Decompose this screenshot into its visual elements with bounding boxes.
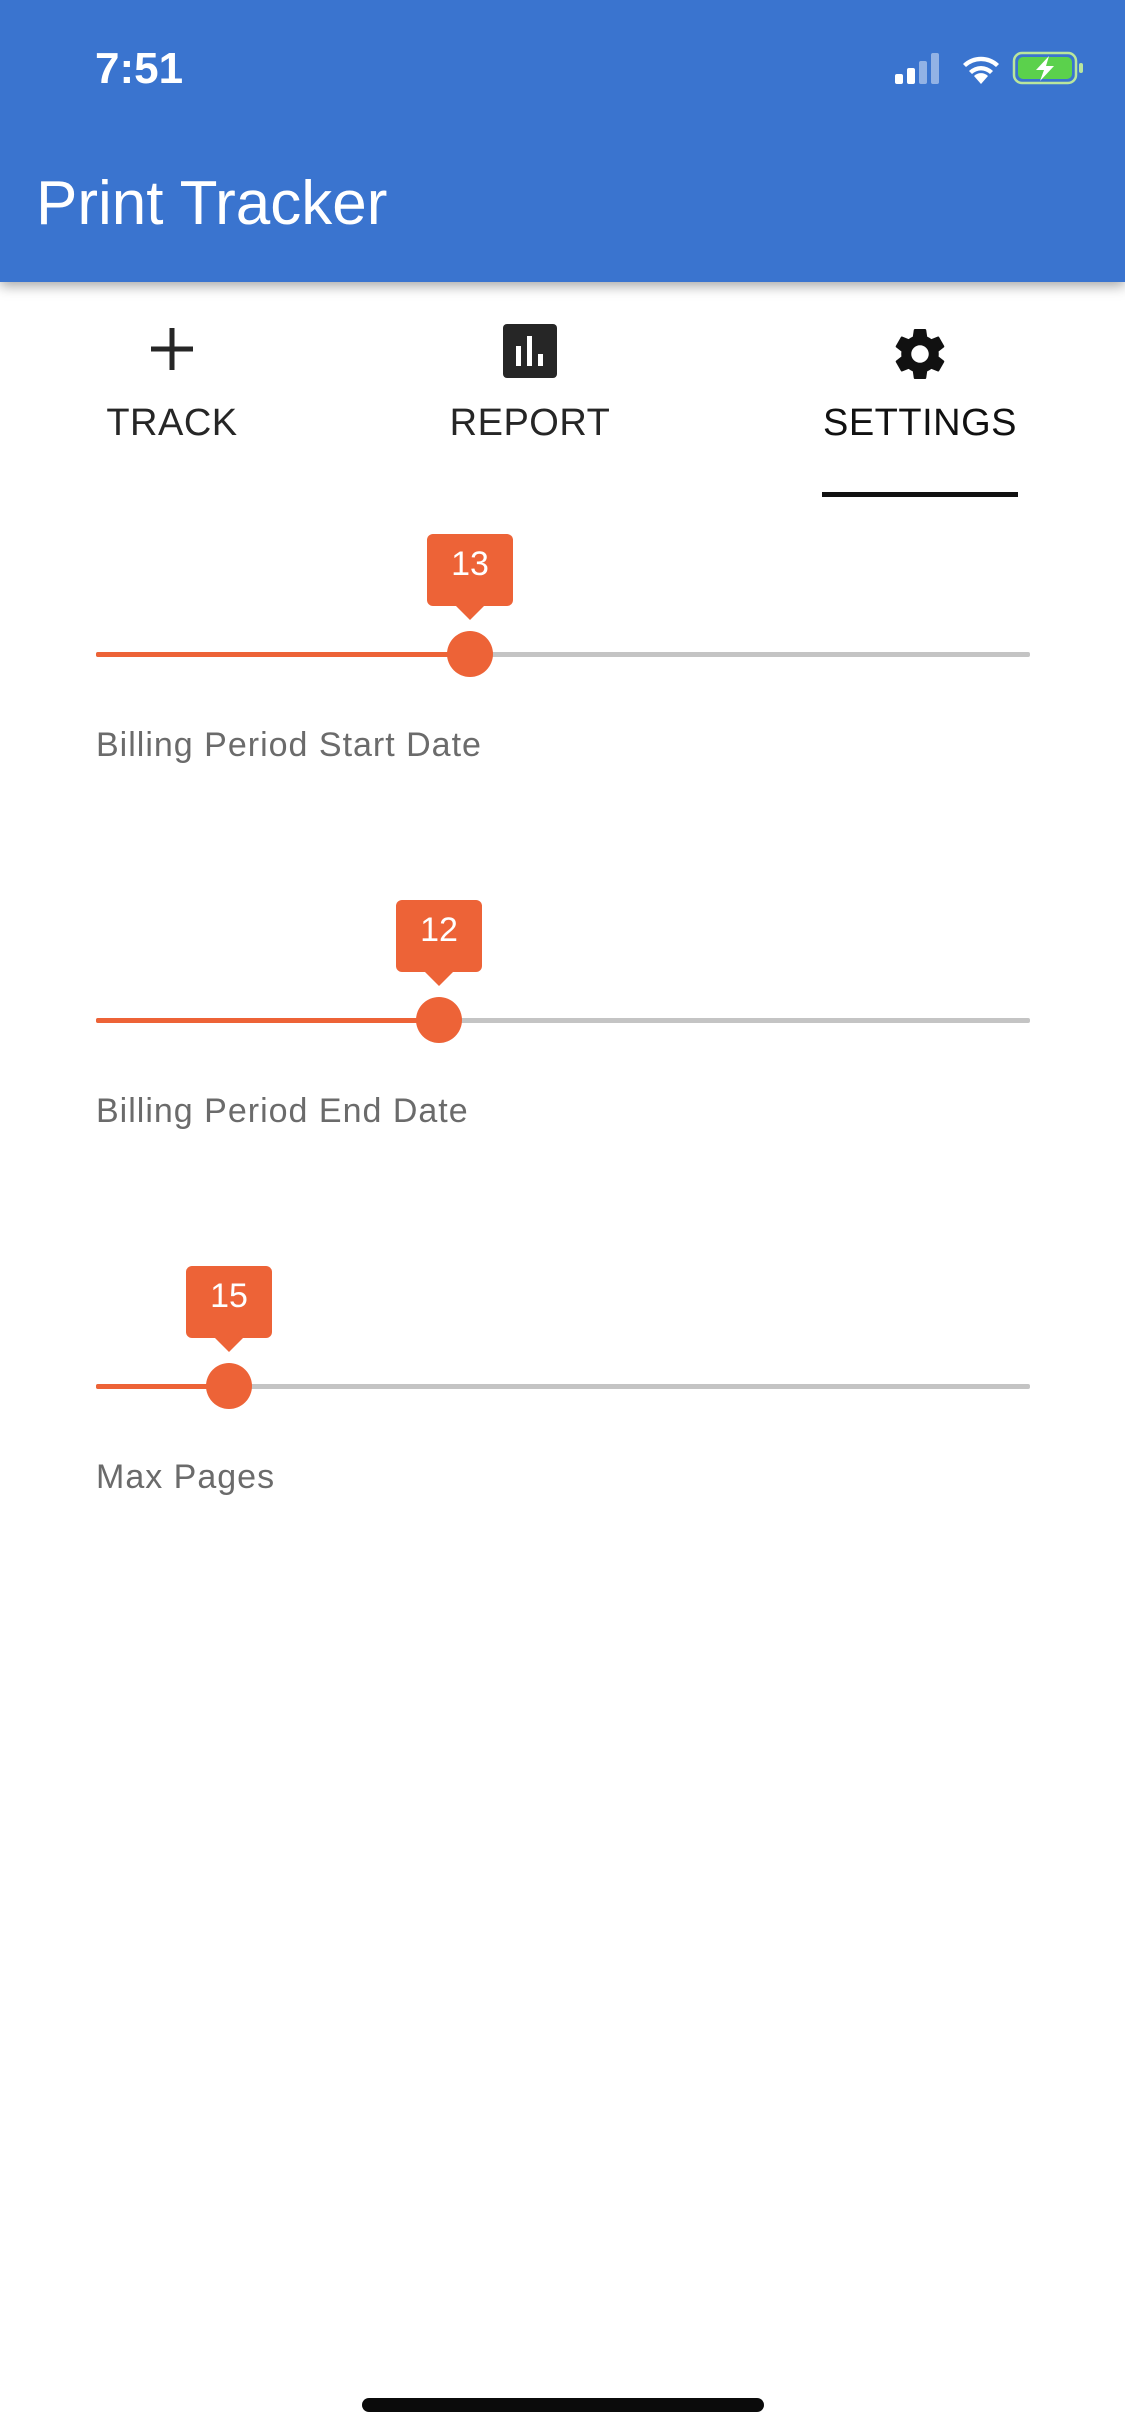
value-bubble: 12 — [396, 900, 482, 986]
slider-thumb[interactable] — [416, 997, 462, 1043]
slider-fill — [96, 652, 470, 657]
slider-label: Max Pages — [96, 1458, 276, 1496]
slider-thumb[interactable] — [206, 1363, 252, 1409]
slider-thumb[interactable] — [447, 631, 493, 677]
tab-label: SETTINGS — [822, 402, 1018, 444]
app-bar: 7:51 Print Tracker — [0, 0, 1125, 282]
slider-label: Billing Period End Date — [96, 1092, 469, 1130]
slider-max-pages: 15 Max Pages — [96, 1262, 1030, 1502]
tab-label: TRACK — [106, 402, 238, 444]
tab-report[interactable]: REPORT — [430, 282, 630, 502]
bar-chart-icon — [503, 324, 557, 383]
slider-fill — [96, 1018, 439, 1023]
app-title: Print Tracker — [36, 169, 388, 238]
gear-icon — [890, 324, 950, 389]
slider-label: Billing Period Start Date — [96, 726, 482, 764]
wifi-icon — [963, 56, 999, 84]
tab-selected-indicator — [822, 492, 1018, 497]
slider-billing-start: 13 Billing Period Start Date — [96, 530, 1030, 770]
value-bubble: 13 — [427, 534, 513, 620]
battery-charging-icon — [1012, 51, 1083, 85]
tab-label: REPORT — [449, 402, 611, 444]
value-bubble: 15 — [186, 1266, 272, 1352]
tab-settings[interactable]: SETTINGS — [822, 282, 1018, 502]
tab-bar: TRACK REPORT SETTINGS — [0, 282, 1125, 502]
tab-track[interactable]: TRACK — [86, 282, 258, 502]
cellular-signal-icon — [895, 53, 939, 84]
slider-billing-end: 12 Billing Period End Date — [96, 896, 1030, 1136]
home-indicator[interactable] — [362, 2398, 764, 2412]
status-icons — [895, 48, 1085, 88]
plus-icon — [147, 324, 197, 379]
status-time: 7:51 — [95, 44, 184, 93]
